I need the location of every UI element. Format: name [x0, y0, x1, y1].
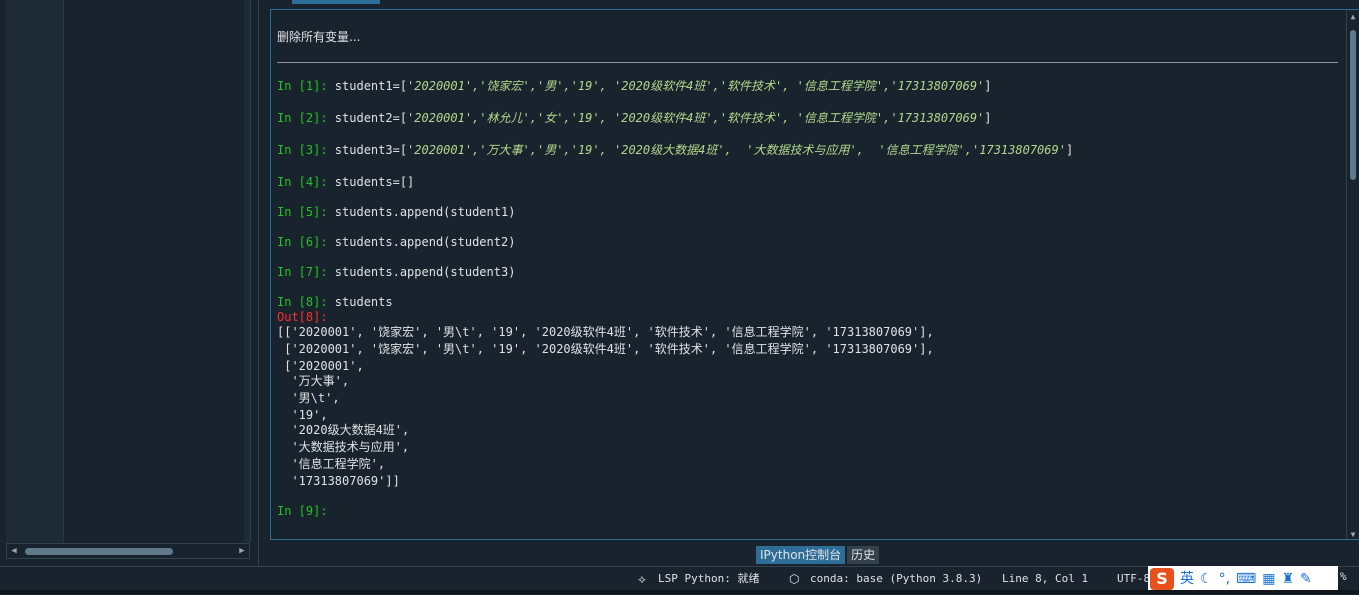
- output-line: '信息工程学院',: [277, 457, 386, 471]
- separator-line: [277, 62, 1338, 63]
- pane-splitter[interactable]: [258, 0, 269, 566]
- input-line-1: In [1]: student1=['2020001','饶家宏','男','1…: [277, 79, 992, 94]
- output-line: '17313807069']]: [277, 474, 400, 488]
- in-prompt: In [2]:: [277, 111, 335, 125]
- left-pane: ◀ ▶: [0, 0, 258, 566]
- input-line-3: In [3]: student3=['2020001','万大事','男','1…: [277, 143, 1073, 158]
- file-encoding: UTF-8: [1117, 572, 1151, 585]
- in-prompt: In [7]:: [277, 265, 335, 279]
- output-line: ['2020001',: [277, 359, 364, 373]
- shirt-icon[interactable]: ♜: [1281, 568, 1294, 590]
- code: students.append(student1): [334, 205, 516, 219]
- output-line: '万大事',: [277, 374, 350, 388]
- input-line-8: In [8]: students: [277, 295, 393, 310]
- ipython-console[interactable]: 删除所有变量... In [1]: student1=['2020001','饶…: [270, 9, 1359, 540]
- out-prompt: Out[8]:: [277, 310, 328, 324]
- vertical-scrollbar[interactable]: ▲ ▼: [1346, 10, 1359, 539]
- horizontal-scrollbar[interactable]: ◀ ▶: [6, 543, 250, 559]
- scroll-right-icon[interactable]: ▶: [237, 546, 247, 556]
- scroll-up-icon[interactable]: ▲: [1348, 12, 1358, 21]
- input-line-6: In [6]: students.append(student2): [277, 235, 515, 250]
- sogou-logo-icon[interactable]: S: [1150, 568, 1174, 590]
- output-line: '2020级大数据4班',: [277, 423, 410, 437]
- input-line-2: In [2]: student2=['2020001','林允儿','女','1…: [277, 111, 992, 126]
- code: students.append(student2): [334, 235, 516, 249]
- in-prompt: In [1]:: [277, 79, 335, 93]
- scrollbar-thumb[interactable]: [1350, 30, 1356, 180]
- output-line: ['2020001', '饶家宏', '男\t', '19', '2020级软件…: [277, 342, 934, 356]
- in-prompt: In [6]:: [277, 235, 335, 249]
- clear-message: 删除所有变量...: [277, 30, 361, 44]
- tab-history[interactable]: 历史: [847, 546, 880, 564]
- scroll-down-icon[interactable]: ▼: [1348, 530, 1358, 539]
- output-line: [['2020001', '饶家宏', '男\t', '19', '2020级软…: [277, 325, 934, 339]
- moon-icon[interactable]: ☾: [1200, 568, 1213, 590]
- scrollbar-thumb[interactable]: [25, 548, 173, 555]
- conda-env-status[interactable]: conda: base (Python 3.8.3): [810, 571, 982, 587]
- tab-ipython-console[interactable]: IPython控制台: [756, 546, 846, 564]
- memory-percent: %: [1340, 570, 1347, 583]
- code: student2=[: [334, 111, 408, 125]
- output-line: '19',: [277, 408, 328, 422]
- code: student1=[: [334, 79, 408, 93]
- taskbar-edge: [0, 590, 1359, 594]
- scroll-left-icon[interactable]: ◀: [9, 546, 19, 556]
- in-prompt: In [8]:: [277, 295, 335, 309]
- wrench-icon[interactable]: ✎: [1300, 568, 1312, 590]
- code-strings: '2020001','饶家宏','男','19', '2020级软件4班','软…: [407, 79, 985, 93]
- file-explorer-panel[interactable]: [6, 0, 251, 542]
- next-input-prompt[interactable]: In [9]:: [277, 504, 328, 519]
- output-line: '男\t',: [277, 391, 340, 405]
- in-prompt: In [3]:: [277, 143, 335, 157]
- output-line: '大数据技术与应用',: [277, 440, 410, 454]
- code: ]: [984, 111, 992, 125]
- in-prompt: In [4]:: [277, 175, 335, 189]
- package-icon: ⬡: [789, 572, 800, 586]
- input-line-5: In [5]: students.append(student1): [277, 205, 515, 220]
- explorer-column: [63, 0, 244, 542]
- code: students.append(student3): [334, 265, 516, 279]
- code: student3=[: [334, 143, 408, 157]
- top-tab-indicator: [292, 0, 380, 4]
- lsp-status-icon: ⟡: [638, 572, 646, 586]
- in-prompt: In [5]:: [277, 205, 335, 219]
- cursor-position: Line 8, Col 1: [1002, 572, 1089, 585]
- code-strings: '2020001','万大事','男','19', '2020级大数据4班', …: [407, 143, 1066, 157]
- code: students=[]: [334, 175, 415, 189]
- input-line-4: In [4]: students=[]: [277, 175, 414, 190]
- ime-toolbar[interactable]: S 英 ☾ °, ⌨ ▦ ♜ ✎: [1148, 566, 1338, 592]
- code: ]: [984, 79, 992, 93]
- bottom-tab-bar: IPython控制台 历史: [756, 546, 880, 564]
- code: students: [334, 295, 393, 309]
- ime-mode[interactable]: 英: [1180, 568, 1194, 590]
- input-line-7: In [7]: students.append(student3): [277, 265, 515, 280]
- lsp-status[interactable]: LSP Python: 就绪: [658, 571, 759, 587]
- code: ]: [1065, 143, 1074, 157]
- punctuation-icon[interactable]: °,: [1219, 568, 1230, 590]
- keyboard-icon[interactable]: ⌨: [1236, 568, 1256, 590]
- grid-icon[interactable]: ▦: [1262, 568, 1275, 590]
- code-strings: '2020001','林允儿','女','19', '2020级软件4班','软…: [407, 111, 985, 125]
